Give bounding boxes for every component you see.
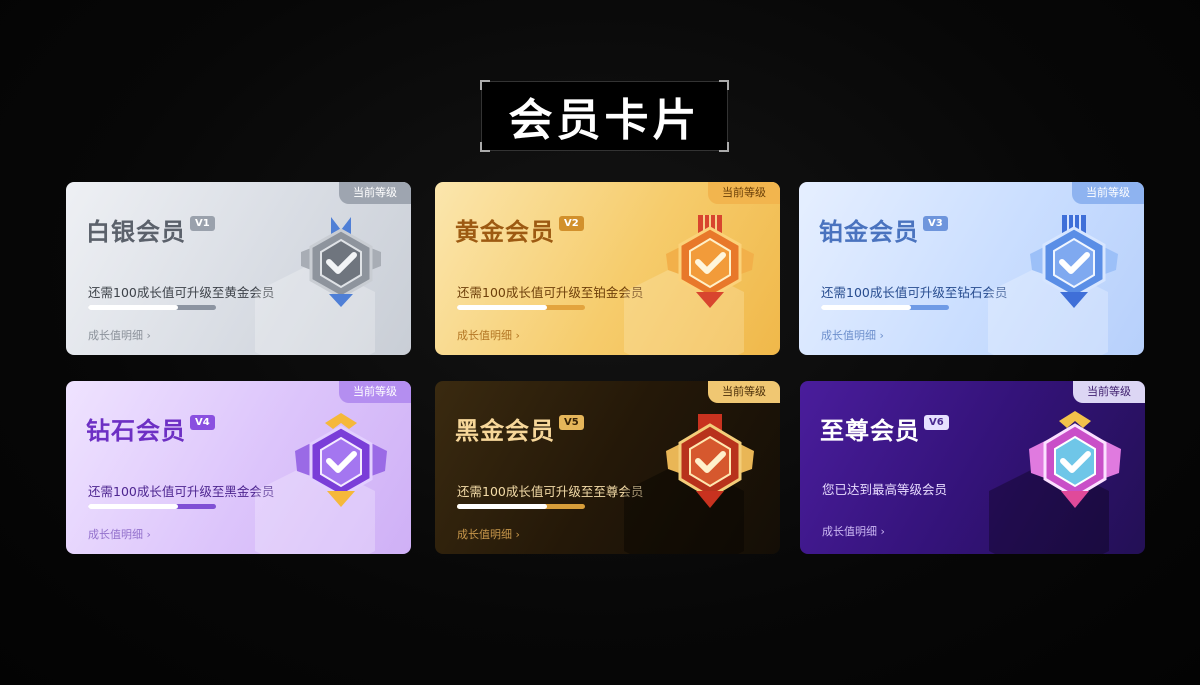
growth-progress-bar <box>88 504 216 509</box>
membership-card-platinum[interactable]: 当前等级 铂金会员 V3 还需100成长值可升级至钻石会员 成长值明细 › <box>799 182 1144 355</box>
membership-card-silver[interactable]: 当前等级 白银会员 V1 还需100成长值可升级至黄金会员 成长值明细 › <box>66 182 411 355</box>
current-level-tag: 当前等级 <box>1073 381 1145 403</box>
upgrade-hint: 还需100成长值可升级至黑金会员 <box>88 484 275 499</box>
level-badge: V3 <box>923 216 948 231</box>
level-badge: V5 <box>559 415 584 430</box>
progress-fill <box>88 504 178 509</box>
level-badge: V1 <box>190 216 215 231</box>
frame-corner <box>719 80 729 90</box>
frame-corner <box>719 142 729 152</box>
current-level-tag: 当前等级 <box>339 182 411 204</box>
title-frame <box>481 81 728 151</box>
diamond-medal-icon <box>295 413 387 507</box>
current-level-tag: 当前等级 <box>339 381 411 403</box>
growth-detail-link[interactable]: 成长值明细 › <box>88 327 151 343</box>
growth-detail-link[interactable]: 成长值明细 › <box>88 526 151 542</box>
page-title-box: 会员卡片 <box>480 80 729 152</box>
membership-name: 铂金会员 <box>819 218 919 246</box>
growth-detail-link[interactable]: 成长值明细 › <box>457 327 520 343</box>
upgrade-hint: 还需100成长值可升级至黄金会员 <box>88 285 275 300</box>
membership-card-supreme[interactable]: 当前等级 至尊会员 V6 您已达到最高等级会员 成长值明细 › <box>800 381 1145 554</box>
membership-name: 黑金会员 <box>455 417 555 445</box>
current-level-tag: 当前等级 <box>1072 182 1144 204</box>
growth-detail-link[interactable]: 成长值明细 › <box>821 327 884 343</box>
upgrade-hint: 还需100成长值可升级至钻石会员 <box>821 285 1008 300</box>
current-level-tag: 当前等级 <box>708 381 780 403</box>
growth-progress-bar <box>88 305 216 310</box>
silver-medal-icon <box>301 217 381 307</box>
membership-card-black-gold[interactable]: 当前等级 黑金会员 V5 还需100成长值可升级至至尊会员 成长值明细 › <box>435 381 780 554</box>
platinum-medal-icon <box>1030 215 1118 308</box>
growth-progress-bar <box>457 305 585 310</box>
gold-medal-icon <box>666 215 754 308</box>
progress-fill <box>88 305 178 310</box>
progress-fill <box>457 305 547 310</box>
level-badge: V6 <box>924 415 949 430</box>
growth-detail-link[interactable]: 成长值明细 › <box>457 526 520 542</box>
frame-corner <box>480 80 490 90</box>
max-level-hint: 您已达到最高等级会员 <box>822 482 948 497</box>
progress-fill <box>457 504 547 509</box>
progress-fill <box>821 305 911 310</box>
frame-corner <box>480 142 490 152</box>
membership-name: 钻石会员 <box>86 417 186 445</box>
membership-name: 黄金会员 <box>455 218 555 246</box>
upgrade-hint: 还需100成长值可升级至至尊会员 <box>457 484 644 499</box>
membership-card-diamond[interactable]: 当前等级 钻石会员 V4 还需100成长值可升级至黑金会员 成长值明细 › <box>66 381 411 554</box>
upgrade-hint: 还需100成长值可升级至铂金会员 <box>457 285 644 300</box>
current-level-tag: 当前等级 <box>708 182 780 204</box>
level-badge: V4 <box>190 415 215 430</box>
membership-card-gold[interactable]: 当前等级 黄金会员 V2 还需100成长值可升级至铂金会员 成长值明细 › <box>435 182 780 355</box>
growth-progress-bar <box>821 305 949 310</box>
growth-detail-link[interactable]: 成长值明细 › <box>822 523 885 539</box>
supreme-medal-icon <box>1029 411 1121 508</box>
growth-progress-bar <box>457 504 585 509</box>
membership-name: 至尊会员 <box>820 417 920 445</box>
level-badge: V2 <box>559 216 584 231</box>
black-gold-medal-icon <box>666 414 754 508</box>
membership-name: 白银会员 <box>86 218 186 246</box>
